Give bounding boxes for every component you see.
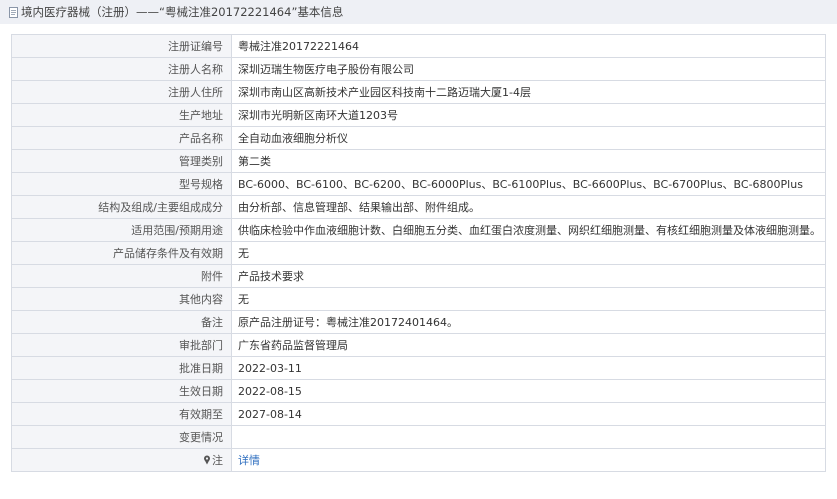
row-label: 备注 <box>11 310 232 334</box>
note-label-cell: 注 <box>11 448 232 472</box>
row-value: 粤械注准20172221464 <box>231 34 826 58</box>
row-label: 产品储存条件及有效期 <box>11 241 232 265</box>
row-value: 无 <box>231 241 826 265</box>
row-value: 原产品注册证号：粤械注准20172401464。 <box>231 310 826 334</box>
row-value: 无 <box>231 287 826 311</box>
row-label: 生效日期 <box>11 379 232 403</box>
table-row: 其他内容无 <box>11 287 826 311</box>
row-value: 深圳市南山区高新技术产业园区科技南十二路迈瑞大厦1-4层 <box>231 80 826 104</box>
note-value-cell: 详情 <box>231 448 826 472</box>
info-table-container: 注册证编号 粤械注准20172221464 注册人名称 深圳迈瑞生物医疗电子股份有限… <box>11 34 826 472</box>
row-label: 型号规格 <box>11 172 232 196</box>
row-value: 全自动血液细胞分析仪 <box>231 126 826 150</box>
row-value: 2022-03-11 <box>231 356 826 380</box>
page-title-bar: 境内医疗器械（注册）——“粤械注准20172221464”基本信息 <box>0 0 837 24</box>
table-row: 型号规格 BC-6000、BC-6100、BC-6200、BC-6000Plus、… <box>11 172 826 196</box>
row-label: 管理类别 <box>11 149 232 173</box>
table-row: 产品储存条件及有效期无 <box>11 241 826 265</box>
row-label: 附件 <box>11 264 232 288</box>
table-row: 有效期至 2027-08-14 <box>11 402 826 426</box>
table-row: 注册人名称 深圳迈瑞生物医疗电子股份有限公司 <box>11 57 826 81</box>
row-value: 2027-08-14 <box>231 402 826 426</box>
table-row: 注册证编号 粤械注准20172221464 <box>11 34 826 58</box>
table-row: 变更情况 <box>11 425 826 449</box>
row-label: 适用范围/预期用途 <box>11 218 232 242</box>
row-label: 注册人住所 <box>11 80 232 104</box>
row-value: 供临床检验中作血液细胞计数、白细胞五分类、血红蛋白浓度测量、网织红细胞测量、有核… <box>231 218 826 242</box>
table-row: 适用范围/预期用途 供临床检验中作血液细胞计数、白细胞五分类、血红蛋白浓度测量、网… <box>11 218 826 242</box>
row-value: 第二类 <box>231 149 826 173</box>
row-label: 注册证编号 <box>11 34 232 58</box>
row-value: 产品技术要求 <box>231 264 826 288</box>
row-label: 注册人名称 <box>11 57 232 81</box>
row-value <box>231 425 826 449</box>
table-row: 结构及组成/主要组成成分 由分析部、信息管理部、结果输出部、附件组成。 <box>11 195 826 219</box>
row-value: 深圳迈瑞生物医疗电子股份有限公司 <box>231 57 826 81</box>
table-row: 生效日期 2022-08-15 <box>11 379 826 403</box>
table-row: 生产地址 深圳市光明新区南环大道1203号 <box>11 103 826 127</box>
row-value: BC-6000、BC-6100、BC-6200、BC-6000Plus、BC-6… <box>231 172 826 196</box>
page-title: 境内医疗器械（注册）——“粤械注准20172221464”基本信息 <box>21 5 344 19</box>
note-row: 注 详情 <box>11 448 826 472</box>
table-row: 附件 产品技术要求 <box>11 264 826 288</box>
table-row: 审批部门 广东省药品监督管理局 <box>11 333 826 357</box>
info-table: 注册证编号 粤械注准20172221464 注册人名称 深圳迈瑞生物医疗电子股份有限… <box>11 34 826 472</box>
row-label: 批准日期 <box>11 356 232 380</box>
row-label: 结构及组成/主要组成成分 <box>11 195 232 219</box>
table-row: 注册人住所 深圳市南山区高新技术产业园区科技南十二路迈瑞大厦1-4层 <box>11 80 826 104</box>
row-value: 2022-08-15 <box>231 379 826 403</box>
row-label: 其他内容 <box>11 287 232 311</box>
table-row: 批准日期 2022-03-11 <box>11 356 826 380</box>
row-label: 变更情况 <box>11 425 232 449</box>
table-row: 管理类别 第二类 <box>11 149 826 173</box>
detail-link[interactable]: 详情 <box>238 454 260 467</box>
row-value: 广东省药品监督管理局 <box>231 333 826 357</box>
row-label: 生产地址 <box>11 103 232 127</box>
note-label: 注 <box>212 454 223 467</box>
table-row: 产品名称 全自动血液细胞分析仪 <box>11 126 826 150</box>
table-row: 备注 原产品注册证号：粤械注准20172401464。 <box>11 310 826 334</box>
pin-icon <box>203 455 211 468</box>
row-value: 由分析部、信息管理部、结果输出部、附件组成。 <box>231 195 826 219</box>
row-label: 有效期至 <box>11 402 232 426</box>
row-label: 产品名称 <box>11 126 232 150</box>
document-icon <box>9 6 18 18</box>
row-label: 审批部门 <box>11 333 232 357</box>
row-value: 深圳市光明新区南环大道1203号 <box>231 103 826 127</box>
